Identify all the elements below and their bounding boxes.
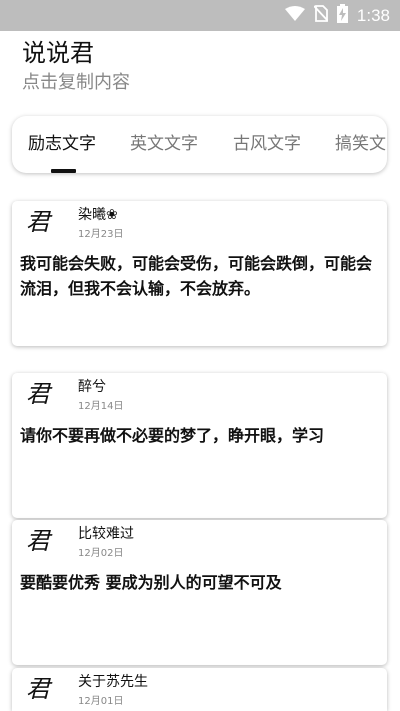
post-author: 关于苏先生 <box>78 674 148 690</box>
post-card[interactable]: 君 比较难过 12月02日 要酷要优秀 要成为别人的可望不可及 <box>12 520 387 665</box>
post-content[interactable]: 我可能会失败，可能会受伤，可能会跌倒，可能会流泪，但我不会认输，不会放弃。 <box>20 251 380 301</box>
post-card[interactable]: 君 醉兮 12月14日 请你不要再做不必要的梦了，睁开眼，学习 <box>12 373 387 518</box>
app-subtitle: 点击复制内容 <box>22 72 130 93</box>
status-icons: 1:38 <box>284 0 390 31</box>
post-date: 12月01日 <box>78 696 124 707</box>
tab-ancient-style[interactable]: 古风文字 <box>233 116 301 173</box>
post-date: 12月23日 <box>78 229 124 240</box>
tab-inspirational[interactable]: 励志文字 <box>28 116 96 173</box>
category-tabs: 励志文字 英文文字 古风文字 搞笑文字 <box>12 116 387 173</box>
post-author: 醉兮 <box>78 379 106 395</box>
post-card[interactable]: 君 染曦❀ 12月23日 我可能会失败，可能会受伤，可能会跌倒，可能会流泪，但我… <box>12 201 387 346</box>
tab-indicator <box>51 169 76 173</box>
status-bar: 1:38 <box>0 0 400 31</box>
post-content[interactable]: 请你不要再做不必要的梦了，睁开眼，学习 <box>20 423 380 448</box>
no-sim-icon <box>313 5 329 26</box>
app-header: 说说君 点击复制内容 <box>22 36 130 96</box>
avatar: 君 <box>26 527 50 555</box>
avatar: 君 <box>26 208 50 236</box>
wifi-icon <box>284 5 305 26</box>
avatar: 君 <box>26 380 50 408</box>
battery-charging-icon <box>336 4 348 27</box>
post-content[interactable]: 要酷要优秀 要成为别人的可望不可及 <box>20 570 380 595</box>
tab-english[interactable]: 英文文字 <box>130 116 198 173</box>
app-title: 说说君 <box>22 39 94 67</box>
post-author: 染曦❀ <box>78 207 118 223</box>
post-card[interactable]: 君 关于苏先生 12月01日 <box>12 668 387 711</box>
status-time: 1:38 <box>356 5 390 25</box>
avatar: 君 <box>26 675 50 703</box>
post-date: 12月02日 <box>78 548 124 559</box>
tab-funny[interactable]: 搞笑文字 <box>335 116 387 173</box>
post-date: 12月14日 <box>78 401 124 412</box>
post-author: 比较难过 <box>78 526 134 542</box>
